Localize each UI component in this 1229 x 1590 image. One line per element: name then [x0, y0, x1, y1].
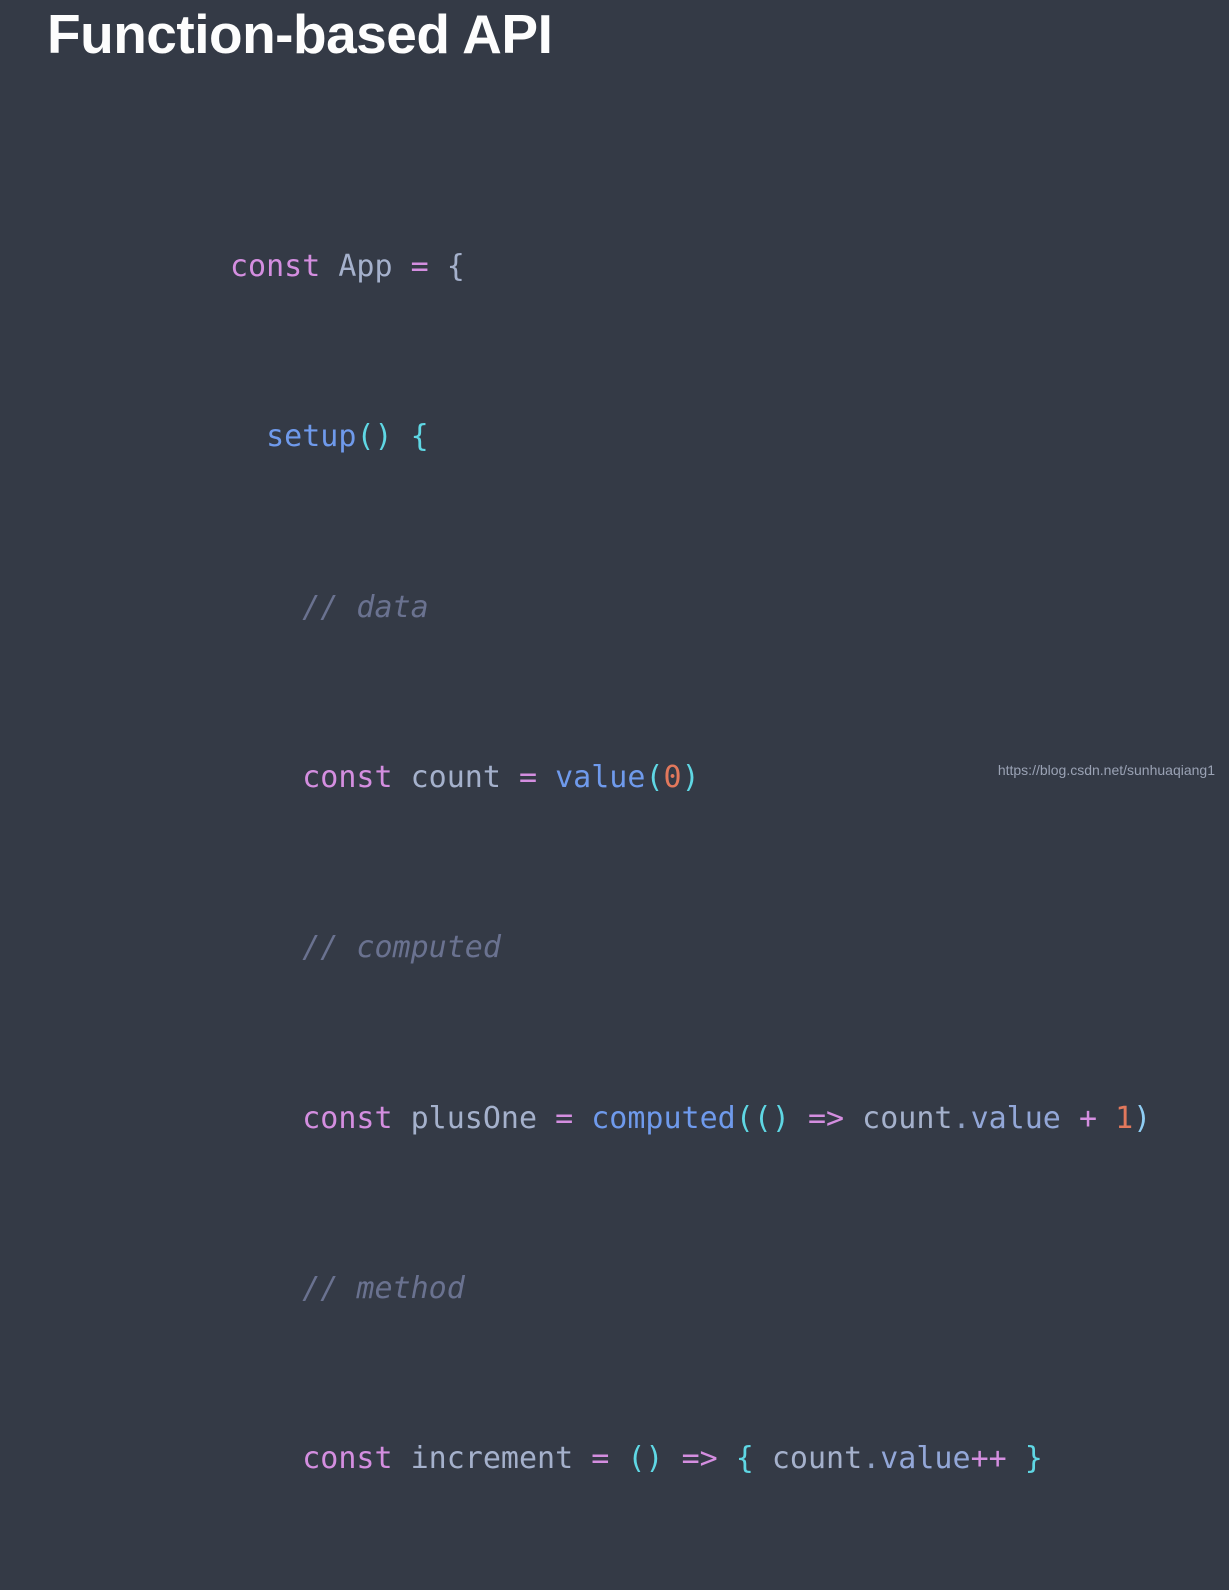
code-block: const App = { setup() { // data const co… — [230, 118, 1187, 1590]
function-value: value — [555, 759, 646, 795]
slide-root: Function-based API const App = { setup()… — [0, 0, 1229, 1476]
code-line-2: setup() { — [266, 419, 429, 455]
code-line-3: // data — [230, 587, 1187, 630]
page-title: Function-based API — [47, 3, 553, 65]
code-line-8: const increment = () => { count.value++ … — [302, 1441, 1043, 1477]
code-line-1: const App = { — [230, 248, 465, 284]
code-line-6: const plusOne = computed(() => count.val… — [302, 1100, 1152, 1136]
comment-data: // data — [302, 589, 429, 625]
function-computed: computed — [591, 1100, 736, 1136]
code-line-7: // method — [230, 1268, 1187, 1311]
keyword-const: const — [230, 248, 321, 284]
watermark-url: https://blog.csdn.net/sunhuaqiang1 — [997, 762, 1215, 778]
comment-method: // method — [302, 1271, 465, 1307]
function-setup: setup — [266, 419, 357, 455]
comment-computed: // computed — [302, 930, 501, 966]
code-line-5: // computed — [230, 927, 1187, 970]
